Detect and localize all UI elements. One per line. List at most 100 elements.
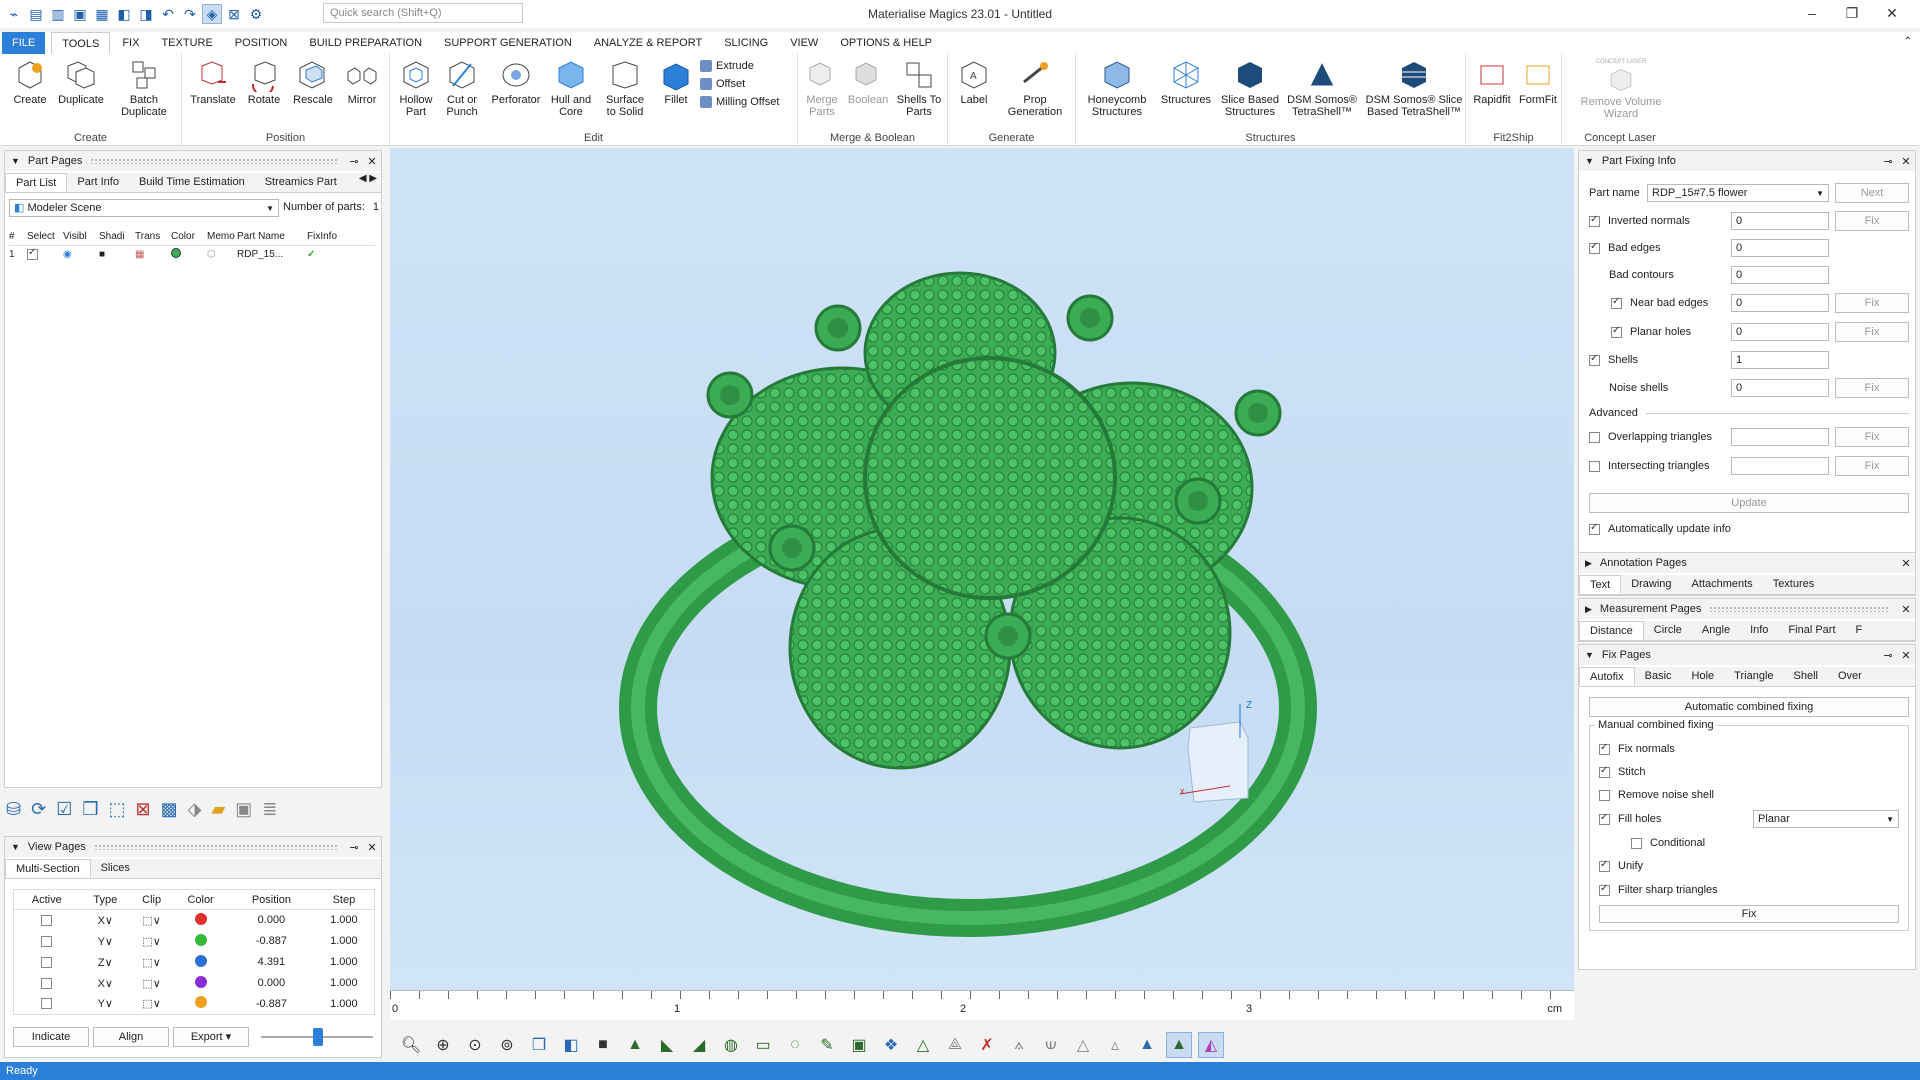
pin-icon[interactable]: ⊸ <box>1879 649 1897 662</box>
fix-button[interactable]: Fix <box>1599 905 1899 923</box>
shading-icon[interactable]: ■ <box>99 245 135 263</box>
tab-attachments[interactable]: Attachments <box>1682 575 1763 594</box>
rotate-button[interactable]: Rotate <box>242 58 286 106</box>
collapse-triangle-icon[interactable]: ▼ <box>11 156 20 166</box>
offset-button[interactable]: Offset <box>700 78 745 90</box>
tab-part-info[interactable]: Part Info <box>67 173 129 192</box>
slice-based-tetrashell-button[interactable]: DSM Somos® Slice Based TetraShell™ <box>1364 58 1464 118</box>
zoom-window-icon[interactable]: ⊕ <box>430 1032 456 1058</box>
fill-holes-mode-select[interactable]: Planar ▼ <box>1753 810 1899 828</box>
tab-view[interactable]: VIEW <box>780 32 828 54</box>
mark-cube-icon[interactable]: ❖ <box>878 1032 904 1058</box>
color-dot[interactable] <box>194 912 207 925</box>
panel-close-icon[interactable]: ✕ <box>1897 155 1915 168</box>
3d-viewport[interactable]: Zx Y <box>390 148 1574 990</box>
box-icon[interactable]: ▣ <box>235 799 252 820</box>
step-value[interactable]: 1.000 <box>314 931 375 952</box>
cube-wire-icon[interactable]: ⬚ <box>108 799 125 820</box>
pin-icon[interactable]: ⊸ <box>1879 155 1897 168</box>
expand-triangle-icon[interactable]: ▶ <box>1585 558 1592 569</box>
remove-noise-shell-checkbox[interactable] <box>1599 789 1610 801</box>
shrink-selection-icon[interactable]: ⟒ <box>1038 1032 1064 1058</box>
pin-icon[interactable]: ⊸ <box>345 155 363 168</box>
slider-thumb[interactable] <box>313 1028 323 1046</box>
col-header[interactable]: FixInfo <box>307 229 375 245</box>
type-select[interactable]: X∨ <box>79 910 131 931</box>
tab-info[interactable]: Info <box>1740 621 1778 640</box>
expand-triangle-icon[interactable]: ▶ <box>1585 604 1592 615</box>
table-row[interactable]: 1 ◉ ■ ▦ ⬡ RDP_15... ✓ <box>9 245 375 263</box>
tab-final-part[interactable]: Final Part <box>1778 621 1845 640</box>
tab-slices[interactable]: Slices <box>91 859 140 878</box>
fillet-button[interactable]: Fillet <box>654 58 698 106</box>
tab-triangle[interactable]: Triangle <box>1724 667 1783 686</box>
slice-based-structures-button[interactable]: Slice Based Structures <box>1218 58 1282 118</box>
prop-generation-button[interactable]: Prop Generation <box>1002 58 1068 118</box>
collapse-triangle-icon[interactable]: ▼ <box>11 842 20 852</box>
type-select[interactable]: Y∨ <box>79 931 131 952</box>
orientation-cube[interactable]: Zx Y <box>1179 698 1260 808</box>
conditional-checkbox[interactable] <box>1631 837 1642 849</box>
clip-select[interactable]: ⬚∨ <box>131 931 172 952</box>
type-select[interactable]: Z∨ <box>79 952 131 973</box>
clip-select[interactable]: ⬚∨ <box>131 973 172 994</box>
inverted-normals-checkbox[interactable] <box>1589 214 1600 227</box>
tab-build-time[interactable]: Build Time Estimation <box>129 173 255 192</box>
tab-fix[interactable]: FIX <box>112 32 149 54</box>
select-lasso-icon[interactable]: ◌ <box>782 1032 808 1058</box>
panel-close-icon[interactable]: ✕ <box>363 841 381 854</box>
platform-icon[interactable]: ▰ <box>211 799 225 820</box>
col-header[interactable]: Visibl <box>63 229 99 245</box>
tab-distance[interactable]: Distance <box>1579 621 1644 640</box>
panel-close-icon[interactable]: ✕ <box>1897 649 1915 662</box>
intersecting-checkbox[interactable] <box>1589 460 1600 472</box>
drag-handle[interactable] <box>90 158 337 164</box>
tab-streamics-part[interactable]: Streamics Part <box>255 173 347 192</box>
position-value[interactable]: 0.000 <box>229 973 314 994</box>
position-value[interactable]: 4.391 <box>229 952 314 973</box>
tab-tools[interactable]: TOOLS <box>51 32 111 54</box>
select-checkbox[interactable] <box>27 247 38 260</box>
panel-close-icon[interactable]: ✕ <box>1897 557 1915 570</box>
active-checkbox[interactable] <box>41 977 53 989</box>
tab-support-generation[interactable]: SUPPORT GENERATION <box>434 32 582 54</box>
zoom-icon[interactable]: 🔍︎ <box>398 1032 424 1058</box>
tab-multi-section[interactable]: Multi-Section <box>5 859 91 878</box>
transparency-icon[interactable]: ▦ <box>135 245 171 263</box>
color-swatch[interactable] <box>171 247 181 258</box>
panel-close-icon[interactable]: ✕ <box>1897 603 1915 616</box>
tab-f[interactable]: F <box>1846 621 1873 640</box>
automatic-combined-fixing-button[interactable]: Automatic combined fixing <box>1589 697 1909 717</box>
view-solid-icon[interactable]: ■ <box>590 1032 616 1058</box>
triangle-blue-icon[interactable]: ▲ <box>1134 1032 1160 1058</box>
visible-eye-icon[interactable]: ◉ <box>63 245 99 263</box>
delete-part-icon[interactable]: ⊠ <box>135 799 150 820</box>
fix-planar-holes-button[interactable]: Fix <box>1835 322 1909 342</box>
drag-handle[interactable] <box>93 844 337 850</box>
tab-circle[interactable]: Circle <box>1644 621 1692 640</box>
milling-offset-button[interactable]: Milling Offset <box>700 96 779 108</box>
pin-icon[interactable]: ⊸ <box>345 841 363 854</box>
collapse-triangle-icon[interactable]: ▼ <box>1585 156 1594 166</box>
formfit-button[interactable]: FormFit <box>1516 58 1560 106</box>
select-region-icon[interactable]: ▣ <box>846 1032 872 1058</box>
align-button[interactable]: Align <box>93 1027 169 1047</box>
step-value[interactable]: 1.000 <box>314 994 375 1015</box>
structures-button[interactable]: Structures <box>1156 58 1216 106</box>
type-select[interactable]: X∨ <box>79 973 131 994</box>
fix-inverted-normals-button[interactable]: Fix <box>1835 211 1909 231</box>
tab-shell[interactable]: Shell <box>1784 667 1828 686</box>
drag-handle[interactable] <box>1709 606 1889 612</box>
tab-build-preparation[interactable]: BUILD PREPARATION <box>299 32 432 54</box>
active-checkbox[interactable] <box>41 998 53 1010</box>
position-value[interactable]: -0.887 <box>229 931 314 952</box>
scene-select[interactable]: ◧ Modeler Scene ▼ <box>9 199 279 217</box>
hollow-part-button[interactable]: Hollow Part <box>394 58 438 118</box>
active-checkbox[interactable] <box>41 935 53 947</box>
select-shell-icon[interactable]: ◍ <box>718 1032 744 1058</box>
tab-slicing[interactable]: SLICING <box>714 32 778 54</box>
color-dot[interactable] <box>194 975 207 988</box>
tab-position[interactable]: POSITION <box>225 32 298 54</box>
unmark-icon[interactable]: ✗ <box>974 1032 1000 1058</box>
memo-icon[interactable]: ⬡ <box>207 245 237 263</box>
